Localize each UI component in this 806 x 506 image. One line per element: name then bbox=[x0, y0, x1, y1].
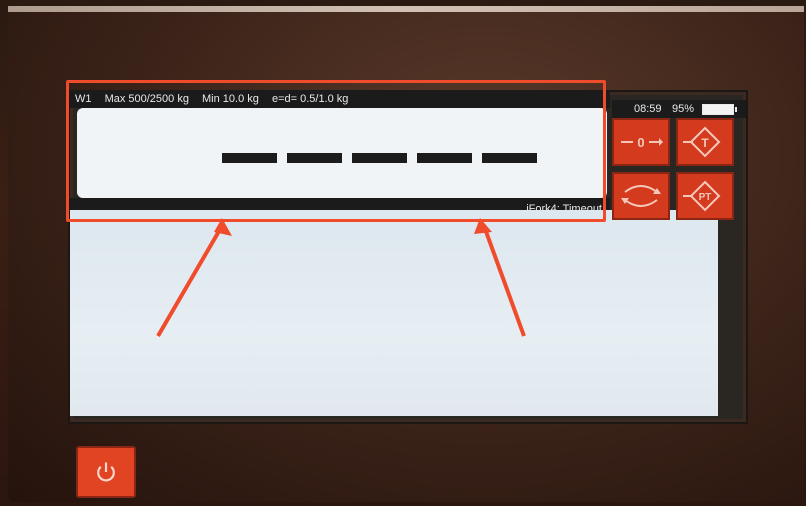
svg-text:0: 0 bbox=[637, 135, 644, 150]
power-icon bbox=[97, 462, 115, 482]
battery-percent: 95% bbox=[672, 103, 695, 115]
status-bar: 08:59 95% bbox=[612, 100, 746, 118]
annotation-frame bbox=[66, 80, 606, 222]
tare-icon: T bbox=[683, 126, 721, 158]
battery-icon bbox=[702, 104, 737, 115]
switch-icon bbox=[621, 185, 661, 207]
annotation-arrow-right bbox=[474, 218, 526, 337]
bezel-highlight bbox=[8, 6, 804, 12]
power-button[interactable] bbox=[76, 446, 136, 498]
zero-icon: 0 bbox=[621, 135, 663, 150]
zero-key[interactable]: 0 bbox=[612, 118, 670, 166]
annotation-arrow-left bbox=[156, 218, 232, 338]
clock: 08:59 bbox=[634, 103, 662, 115]
function-keys: 0 T PT bbox=[612, 118, 744, 228]
preset-tare-icon: PT bbox=[683, 180, 721, 212]
svg-text:PT: PT bbox=[699, 192, 712, 203]
switch-key[interactable] bbox=[612, 172, 670, 220]
svg-text:T: T bbox=[701, 136, 709, 150]
preset-tare-key[interactable]: PT bbox=[676, 172, 734, 220]
tare-key[interactable]: T bbox=[676, 118, 734, 166]
